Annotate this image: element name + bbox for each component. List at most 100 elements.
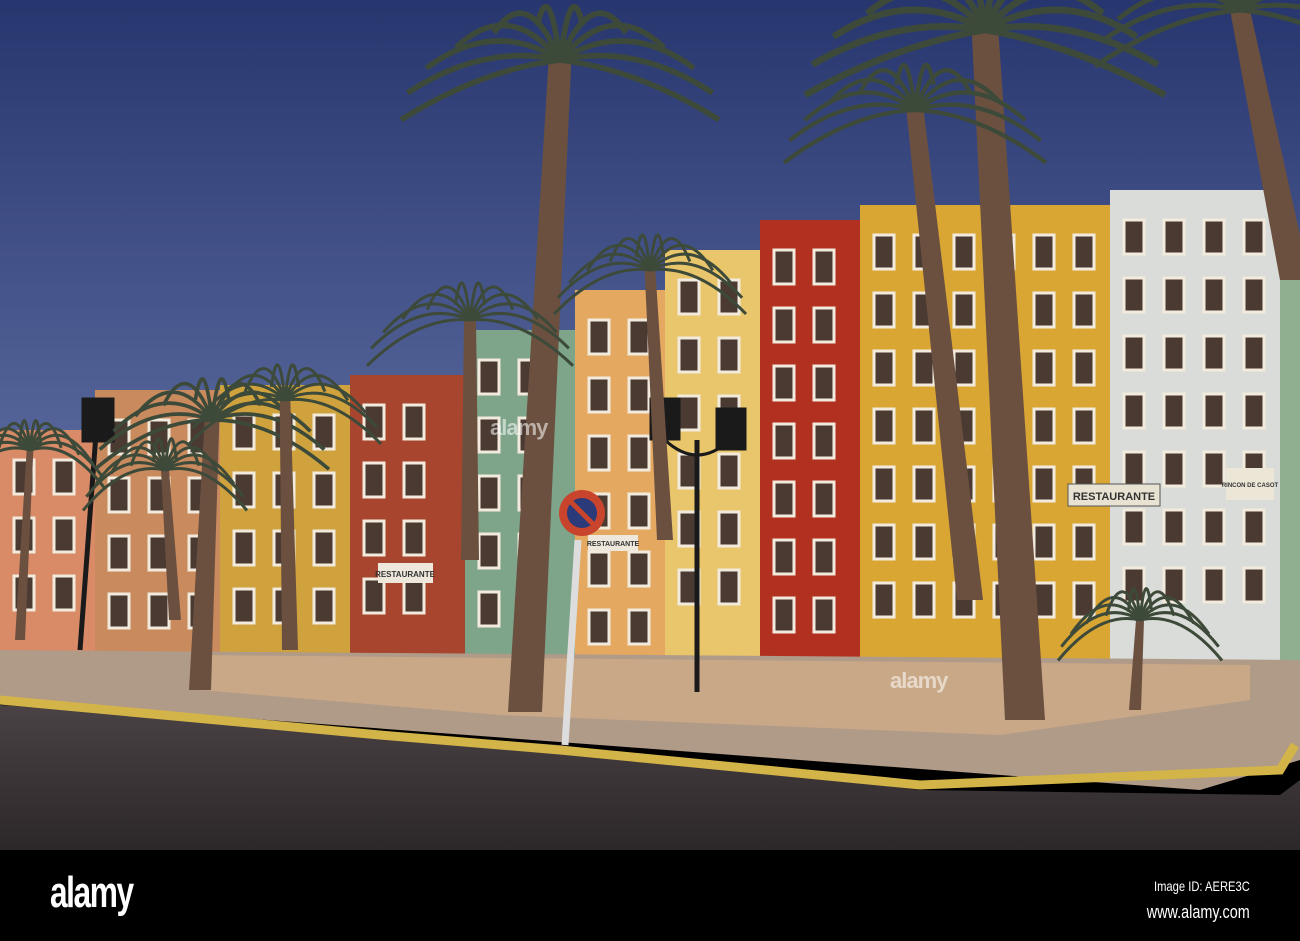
svg-text:RESTAURANTE: RESTAURANTE [587, 541, 640, 548]
window [1202, 276, 1226, 314]
window [1162, 334, 1186, 372]
window [232, 587, 256, 625]
window [912, 407, 936, 445]
window [1202, 508, 1226, 546]
restaurante-sign-3: RESTAURANTE [587, 535, 640, 551]
window [362, 577, 386, 615]
window [812, 596, 836, 634]
window [1122, 218, 1146, 256]
window [812, 538, 836, 576]
window [1242, 508, 1266, 546]
window [772, 364, 796, 402]
window [1072, 523, 1096, 561]
window [1032, 465, 1056, 503]
window [772, 480, 796, 518]
window [477, 532, 501, 570]
window [52, 458, 76, 496]
window [772, 248, 796, 286]
window [477, 474, 501, 512]
window [912, 581, 936, 619]
svg-text:RINCON DE CASOT: RINCON DE CASOT [1222, 483, 1279, 489]
window [1032, 291, 1056, 329]
window [872, 523, 896, 561]
stock-photo-page: RESTAURANTE RESTAURANTE RESTAURANTE RINC… [0, 0, 1300, 941]
window [402, 577, 426, 615]
watermark: alamy [490, 415, 548, 440]
window [872, 291, 896, 329]
window [772, 538, 796, 576]
footer-bar: alamy Image ID: AERE3C www.alamy.com [0, 850, 1300, 941]
window [232, 413, 256, 451]
window [952, 349, 976, 387]
window [812, 422, 836, 460]
window [1202, 218, 1226, 256]
window [1122, 508, 1146, 546]
window [627, 318, 651, 356]
window [912, 523, 936, 561]
window [627, 434, 651, 472]
window [1162, 218, 1186, 256]
window [362, 461, 386, 499]
window [1122, 334, 1146, 372]
window [952, 233, 976, 271]
window [1122, 566, 1146, 604]
window [362, 519, 386, 557]
window [912, 349, 936, 387]
window [312, 529, 336, 567]
window [812, 364, 836, 402]
window [1162, 450, 1186, 488]
alamy-logo[interactable]: alamy [50, 868, 134, 918]
window [1122, 276, 1146, 314]
window [717, 510, 741, 548]
window [812, 306, 836, 344]
window [1242, 566, 1266, 604]
window [312, 587, 336, 625]
window [147, 418, 171, 456]
window [677, 394, 701, 432]
window [1202, 392, 1226, 430]
window [587, 550, 611, 588]
window [677, 278, 701, 316]
window [477, 358, 501, 396]
window [107, 534, 131, 572]
window [52, 516, 76, 554]
window [1032, 523, 1056, 561]
window [587, 608, 611, 646]
window [1072, 407, 1096, 445]
window [872, 407, 896, 445]
window [772, 596, 796, 634]
window [402, 403, 426, 441]
building [1280, 250, 1300, 670]
window [312, 471, 336, 509]
window [1162, 508, 1186, 546]
window [587, 376, 611, 414]
window [627, 492, 651, 530]
window [1202, 450, 1226, 488]
window [1032, 233, 1056, 271]
image-id: Image ID: AERE3C [1154, 878, 1250, 894]
restaurante-sign-2: RESTAURANTE [375, 563, 436, 583]
restaurante-sign: RESTAURANTE [1067, 483, 1161, 507]
window [587, 434, 611, 472]
window [52, 574, 76, 612]
window [627, 376, 651, 414]
window [1122, 392, 1146, 430]
window [812, 248, 836, 286]
window [1162, 392, 1186, 430]
window [402, 519, 426, 557]
window [717, 336, 741, 374]
window [717, 568, 741, 606]
window [1032, 349, 1056, 387]
window [1242, 392, 1266, 430]
window [872, 349, 896, 387]
street-photo: RESTAURANTE RESTAURANTE RESTAURANTE RINC… [0, 0, 1300, 850]
window [912, 465, 936, 503]
window [717, 452, 741, 490]
window [147, 592, 171, 630]
window [872, 581, 896, 619]
window [627, 608, 651, 646]
window [772, 306, 796, 344]
site-url[interactable]: www.alamy.com [1147, 902, 1250, 923]
rincon-sign: RINCON DE CASOT [1222, 468, 1279, 500]
window [1162, 276, 1186, 314]
